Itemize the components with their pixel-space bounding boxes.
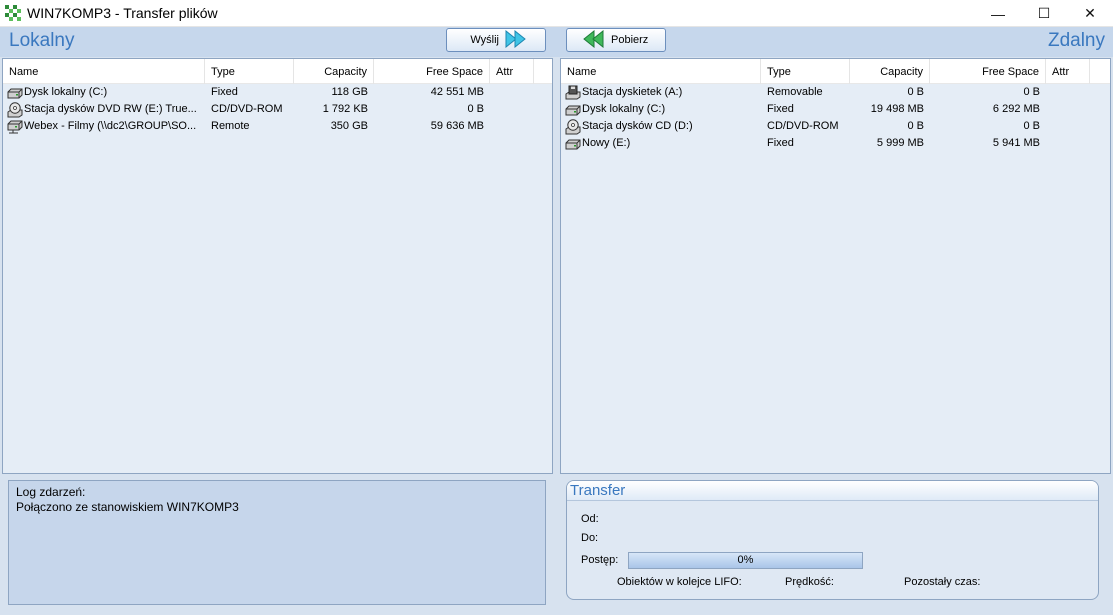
- column-attr[interactable]: Attr: [1046, 59, 1090, 84]
- table-row[interactable]: Stacja dysków DVD RW (E:) True... CD/DVD-…: [3, 101, 552, 118]
- drive-free-space: 0 B: [1023, 120, 1040, 132]
- column-name[interactable]: Name: [561, 59, 761, 84]
- drive-type: Fixed: [211, 86, 238, 98]
- table-row[interactable]: Dysk lokalny (C:) Fixed 118 GB 42 551 MB: [3, 84, 552, 101]
- column-attr[interactable]: Attr: [490, 59, 534, 84]
- table-row[interactable]: Nowy (E:) Fixed 5 999 MB 5 941 MB: [561, 135, 1110, 152]
- drive-capacity: 5 999 MB: [876, 137, 924, 149]
- title-bar: WIN7KOMP3 - Transfer plików — ☐ ✕: [0, 0, 1113, 27]
- drive-type: Fixed: [767, 103, 794, 115]
- column-type[interactable]: Type: [205, 59, 294, 84]
- drive-capacity: 118 GB: [331, 86, 369, 98]
- minimize-button[interactable]: —: [975, 0, 1021, 27]
- from-label: Od:: [581, 513, 599, 525]
- transfer-panel: Transfer Od: Do: Postęp: 0% Obiektów w k…: [566, 480, 1099, 600]
- drive-capacity: 0 B: [907, 120, 924, 132]
- remote-file-list[interactable]: Name Type Capacity Free Space Attr Stacj…: [560, 58, 1111, 474]
- table-row[interactable]: Stacja dyskietek (A:) Removable 0 B 0 B: [561, 84, 1110, 101]
- progress-label: Postęp:: [581, 554, 619, 566]
- speed-label: Prędkość:: [785, 576, 834, 588]
- drive-name-cell: Dysk lokalny (C:): [3, 84, 205, 101]
- window-title: WIN7KOMP3 - Transfer plików: [27, 5, 218, 21]
- drive-name-cell: Stacja dysków DVD RW (E:) True...: [3, 101, 205, 118]
- column-capacity[interactable]: Capacity: [850, 59, 930, 84]
- cd-drive-icon: [7, 101, 23, 118]
- progress-text: 0%: [737, 554, 754, 566]
- drive-name: Webex - Filmy (\\dc2\GROUP\SO...: [24, 120, 197, 132]
- table-row[interactable]: Dysk lokalny (C:) Fixed 19 498 MB 6 292 MB: [561, 101, 1110, 118]
- drive-name: Stacja dysków CD (D:): [582, 120, 693, 132]
- table-row[interactable]: Stacja dysków CD (D:) CD/DVD-ROM 0 B 0 B: [561, 118, 1110, 135]
- remaining-time-label: Pozostały czas:: [904, 576, 981, 588]
- drive-name: Dysk lokalny (C:): [582, 103, 666, 115]
- drive-name-cell: Webex - Filmy (\\dc2\GROUP\SO...: [3, 118, 205, 135]
- floppy-drive-icon: [565, 85, 581, 101]
- queue-label: Obiektów w kolejce LIFO:: [617, 576, 742, 588]
- column-free-space[interactable]: Free Space: [930, 59, 1046, 84]
- local-file-list[interactable]: Name Type Capacity Free Space Attr Dysk …: [2, 58, 553, 474]
- hard-drive-icon: [7, 87, 23, 99]
- log-title: Log zdarzeń:: [16, 485, 86, 499]
- cd-drive-icon: [565, 118, 581, 135]
- remote-list-header: Name Type Capacity Free Space Attr: [561, 59, 1110, 84]
- toolbar: Lokalny Wyślij Pobierz Zdalny: [0, 27, 1113, 57]
- drive-type: Remote: [211, 120, 250, 132]
- drive-name: Stacja dysków DVD RW (E:) True...: [24, 103, 197, 115]
- send-button-label: Wyślij: [470, 34, 499, 46]
- drive-capacity: 350 GB: [330, 120, 368, 132]
- send-button[interactable]: Wyślij: [446, 28, 546, 52]
- drive-type: Fixed: [767, 137, 794, 149]
- table-row[interactable]: Webex - Filmy (\\dc2\GROUP\SO... Remote 35…: [3, 118, 552, 135]
- drive-type: CD/DVD-ROM: [211, 103, 283, 115]
- log-line: Połączono ze stanowiskiem WIN7KOMP3: [16, 500, 239, 514]
- hard-drive-icon: [565, 104, 581, 116]
- to-label: Do:: [581, 532, 599, 544]
- column-free-space[interactable]: Free Space: [374, 59, 490, 84]
- column-capacity[interactable]: Capacity: [294, 59, 374, 84]
- download-button[interactable]: Pobierz: [566, 28, 666, 52]
- local-rows: Dysk lokalny (C:) Fixed 118 GB 42 551 MB Sta…: [3, 84, 552, 135]
- drive-capacity: 19 498 MB: [870, 103, 924, 115]
- drive-name-cell: Stacja dysków CD (D:): [561, 118, 761, 135]
- remote-rows: Stacja dyskietek (A:) Removable 0 B 0 B Dysk…: [561, 84, 1110, 152]
- drive-name: Dysk lokalny (C:): [24, 86, 108, 98]
- drive-free-space: 6 292 MB: [992, 103, 1040, 115]
- drive-capacity: 1 792 KB: [322, 103, 368, 115]
- app-icon: [5, 5, 21, 21]
- remote-label: Zdalny: [1047, 30, 1105, 51]
- progress-bar: 0%: [628, 552, 863, 569]
- download-button-label: Pobierz: [611, 34, 649, 46]
- drive-type: CD/DVD-ROM: [767, 120, 839, 132]
- close-button[interactable]: ✕: [1067, 0, 1113, 27]
- drive-name-cell: Dysk lokalny (C:): [561, 101, 761, 118]
- drive-free-space: 0 B: [1023, 86, 1040, 98]
- drive-free-space: 42 551 MB: [430, 86, 484, 98]
- drive-free-space: 5 941 MB: [992, 137, 1040, 149]
- local-list-header: Name Type Capacity Free Space Attr: [3, 59, 552, 84]
- maximize-button[interactable]: ☐: [1021, 0, 1067, 27]
- rewind-icon: [583, 29, 605, 51]
- network-drive-icon: [7, 120, 23, 134]
- transfer-title: Transfer: [567, 481, 1098, 501]
- drive-name: Stacja dyskietek (A:): [582, 86, 683, 98]
- drive-name: Nowy (E:): [582, 137, 631, 149]
- drive-capacity: 0 B: [907, 86, 924, 98]
- local-label: Lokalny: [9, 30, 75, 51]
- drive-free-space: 59 636 MB: [430, 120, 484, 132]
- hard-drive-icon: [565, 138, 581, 150]
- drive-type: Removable: [767, 86, 823, 98]
- drive-free-space: 0 B: [467, 103, 484, 115]
- event-log: Log zdarzeń: Połączono ze stanowiskiem W…: [8, 480, 546, 605]
- drive-name-cell: Stacja dyskietek (A:): [561, 84, 761, 101]
- column-name[interactable]: Name: [3, 59, 205, 84]
- drive-name-cell: Nowy (E:): [561, 135, 761, 152]
- column-type[interactable]: Type: [761, 59, 850, 84]
- fast-forward-icon: [505, 29, 527, 51]
